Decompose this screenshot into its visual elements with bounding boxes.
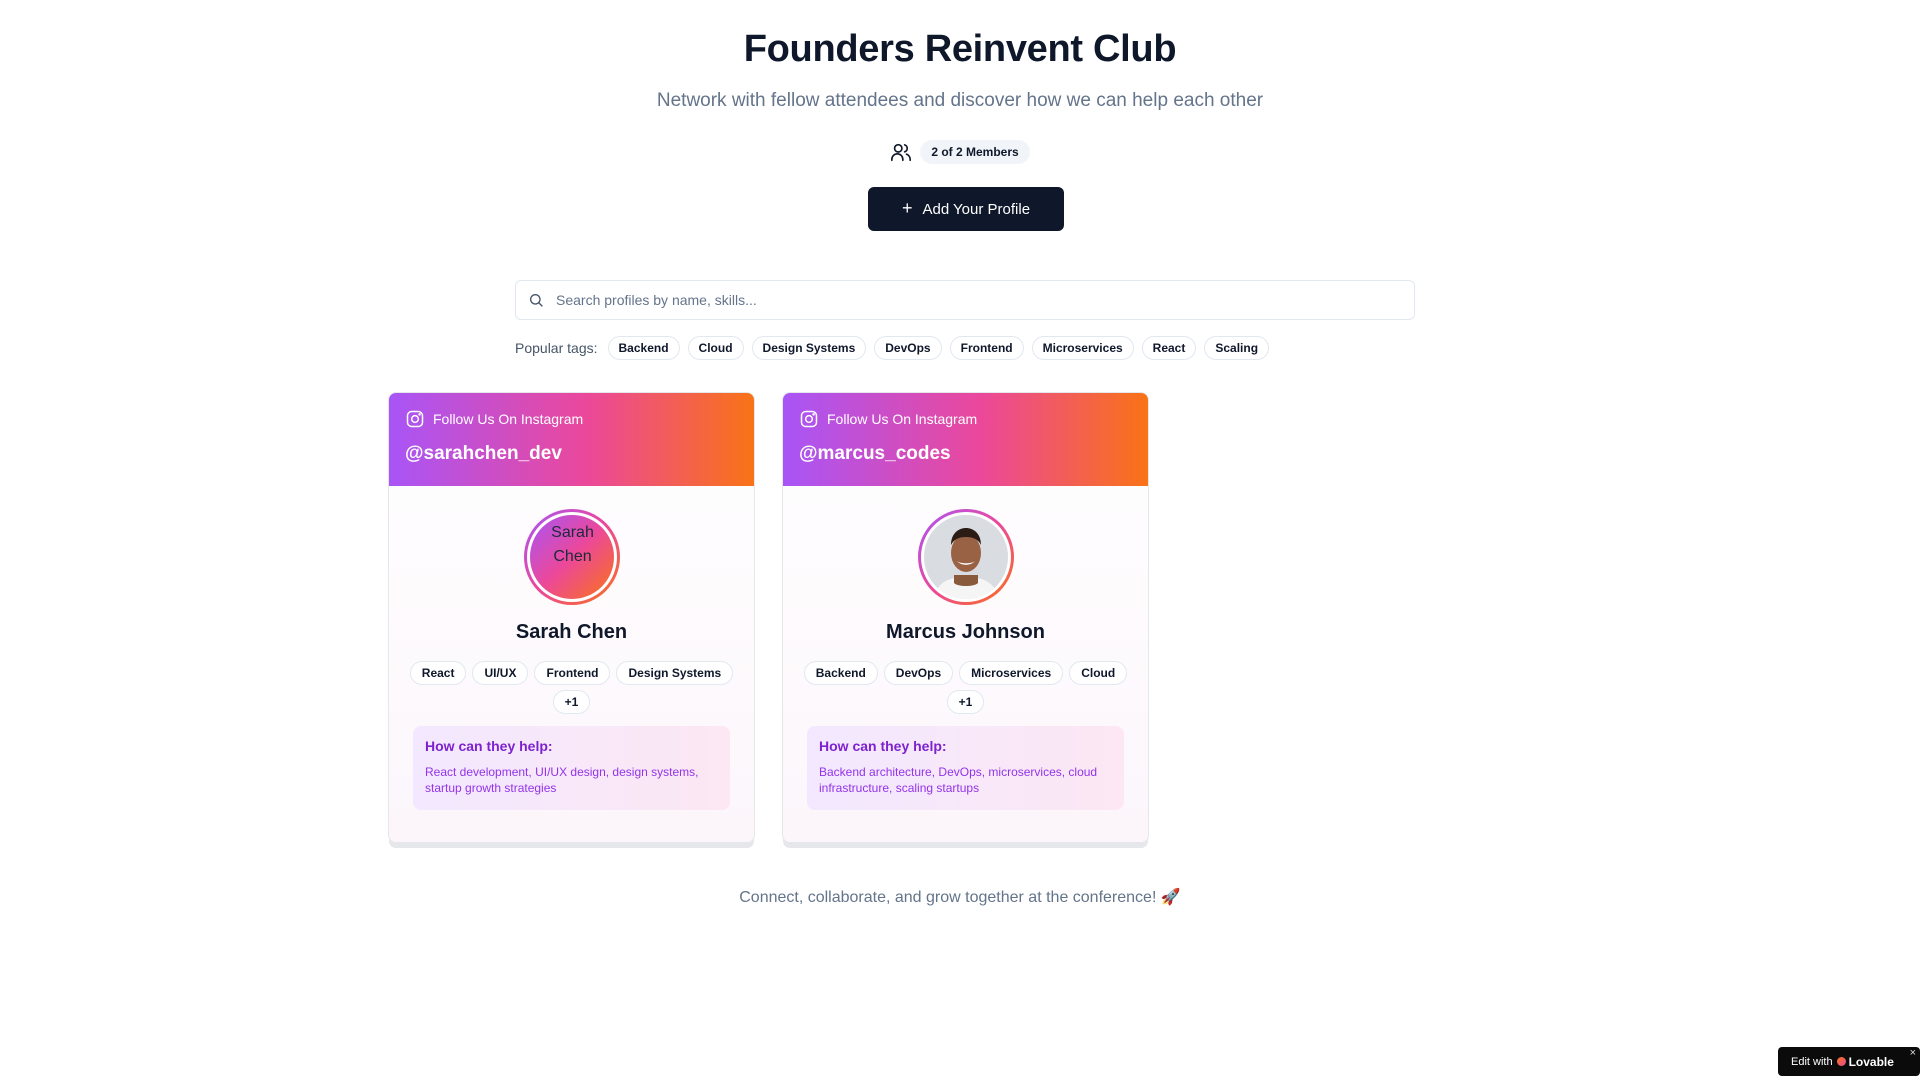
help-box: How can they help: React development, UI… bbox=[413, 726, 730, 810]
popular-tags: Popular tags: Backend Cloud Design Syste… bbox=[515, 336, 1270, 360]
follow-instagram: Follow Us On Instagram bbox=[799, 409, 1132, 429]
page-title: Founders Reinvent Club bbox=[743, 28, 1177, 70]
avatar-image: Sarah Chen bbox=[526, 512, 617, 602]
avatar-photo bbox=[920, 512, 1011, 602]
edit-with-label: Edit with bbox=[1791, 1055, 1833, 1068]
instagram-handle: @sarahchen_dev bbox=[405, 443, 562, 464]
skill-tag: Design Systems bbox=[616, 661, 734, 685]
members-badge: 2 of 2 Members bbox=[920, 140, 1030, 164]
help-title: How can they help: bbox=[819, 738, 947, 754]
popular-tags-label: Popular tags: bbox=[515, 340, 598, 356]
tag-design-systems[interactable]: Design Systems bbox=[751, 336, 867, 360]
add-profile-label: Add Your Profile bbox=[922, 200, 1031, 218]
help-text: Backend architecture, DevOps, microservi… bbox=[819, 765, 1098, 795]
avatar bbox=[917, 509, 1014, 605]
profile-name: Marcus Johnson bbox=[886, 621, 1045, 643]
skills-list: Backend DevOps Microservices Cloud +1 bbox=[803, 661, 1128, 714]
avatar-alt-text: Sarah Chen bbox=[551, 524, 594, 565]
search-input[interactable] bbox=[556, 292, 1414, 308]
plus-icon: + bbox=[901, 198, 913, 218]
tag-devops[interactable]: DevOps bbox=[874, 336, 942, 360]
skill-tag: Cloud bbox=[1069, 661, 1128, 685]
instagram-icon bbox=[799, 409, 819, 429]
tag-cloud[interactable]: Cloud bbox=[687, 336, 744, 360]
instagram-banner[interactable]: Follow Us On Instagram @marcus_codes bbox=[783, 393, 1148, 486]
lovable-logo: Lovable bbox=[1836, 1054, 1894, 1069]
skill-tag: UI/UX bbox=[472, 661, 529, 685]
page: Founders Reinvent Club Network with fell… bbox=[0, 0, 1920, 1080]
profile-card[interactable]: Follow Us On Instagram @sarahchen_dev Sa… bbox=[388, 392, 755, 843]
tag-scaling[interactable]: Scaling bbox=[1204, 336, 1270, 360]
heart-icon bbox=[1836, 1057, 1846, 1066]
help-text: React development, UI/UX design, design … bbox=[425, 765, 699, 795]
skills-list: React UI/UX Frontend Design Systems +1 bbox=[409, 661, 734, 714]
person-photo-icon bbox=[923, 515, 1008, 599]
skill-more-tag: +1 bbox=[946, 690, 985, 714]
skill-more-tag: +1 bbox=[552, 690, 591, 714]
edit-with-lovable-badge[interactable]: Edit with Lovable × bbox=[1778, 1047, 1920, 1076]
instagram-icon bbox=[405, 409, 425, 429]
tag-frontend[interactable]: Frontend bbox=[949, 336, 1024, 360]
follow-label: Follow Us On Instagram bbox=[827, 411, 978, 427]
close-icon[interactable]: × bbox=[1910, 1047, 1916, 1059]
follow-instagram: Follow Us On Instagram bbox=[405, 409, 738, 429]
profile-card[interactable]: Follow Us On Instagram @marcus_codes Mar… bbox=[782, 392, 1149, 843]
lovable-brand: Lovable bbox=[1848, 1054, 1894, 1069]
skill-tag: Backend bbox=[803, 661, 878, 685]
instagram-handle: @marcus_codes bbox=[799, 443, 951, 464]
search-bar[interactable] bbox=[515, 280, 1415, 320]
skill-tag: Microservices bbox=[959, 661, 1064, 685]
tag-backend[interactable]: Backend bbox=[607, 336, 680, 360]
skill-tag: React bbox=[409, 661, 467, 685]
users-icon bbox=[890, 141, 912, 163]
search-icon bbox=[528, 292, 544, 308]
add-profile-button[interactable]: + Add Your Profile bbox=[868, 187, 1064, 231]
tag-react[interactable]: React bbox=[1141, 336, 1197, 360]
page-subtitle: Network with fellow attendees and discov… bbox=[656, 90, 1264, 111]
members-count: 2 of 2 Members bbox=[0, 140, 1920, 164]
follow-label: Follow Us On Instagram bbox=[433, 411, 584, 427]
instagram-banner[interactable]: Follow Us On Instagram @sarahchen_dev bbox=[389, 393, 754, 486]
tag-microservices[interactable]: Microservices bbox=[1031, 336, 1134, 360]
skill-tag: Frontend bbox=[534, 661, 611, 685]
skill-tag: DevOps bbox=[883, 661, 954, 685]
profile-name: Sarah Chen bbox=[515, 621, 628, 643]
help-box: How can they help: Backend architecture,… bbox=[807, 726, 1124, 810]
footer-text: Connect, collaborate, and grow together … bbox=[739, 889, 1181, 906]
help-title: How can they help: bbox=[425, 738, 553, 754]
avatar: Sarah Chen bbox=[523, 509, 620, 605]
